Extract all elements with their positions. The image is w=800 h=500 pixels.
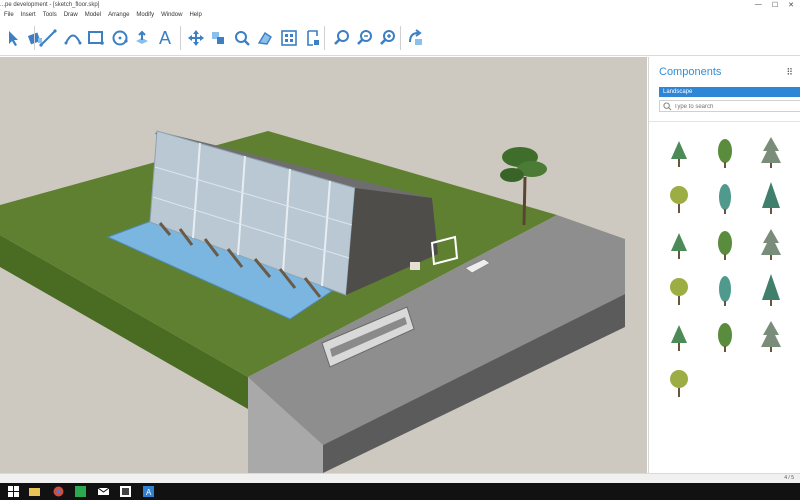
minimize-button[interactable]: — — [755, 1, 762, 9]
toolbar: A — [0, 20, 800, 56]
menu-tools[interactable]: Tools — [43, 11, 57, 20]
svg-text:A: A — [146, 488, 152, 497]
panel-title: Components — [659, 66, 722, 78]
status-text: 4 / 5 — [784, 475, 794, 481]
tree-icon — [718, 231, 732, 260]
menu-help[interactable]: Help — [189, 11, 201, 20]
component-thumbnail[interactable] — [749, 221, 793, 265]
component-thumbnail[interactable] — [703, 313, 747, 357]
component-thumbnail[interactable] — [703, 267, 747, 311]
components-panel: Components ⠿ Landscape — [648, 57, 800, 473]
tree-icon — [671, 141, 687, 167]
tree-icon — [670, 278, 688, 305]
green-app-icon[interactable] — [75, 486, 86, 497]
component-thumbnail[interactable] — [703, 175, 747, 219]
zoom-extents-icon[interactable] — [378, 28, 398, 48]
menu-bar: File Insert Tools Draw Model Arrange Mod… — [0, 11, 205, 20]
toolbar-separator — [324, 26, 325, 50]
menu-model[interactable]: Model — [85, 11, 101, 20]
rectangle-icon[interactable] — [86, 28, 106, 48]
application-window: ...pe development - [sketch_floor.skp] —… — [0, 0, 800, 500]
menu-window[interactable]: Window — [161, 11, 182, 20]
file-explorer-icon[interactable] — [29, 486, 40, 497]
sketch-app-icon[interactable]: A — [143, 486, 154, 497]
menu-modify[interactable]: Modify — [136, 11, 154, 20]
component-thumbnail[interactable] — [749, 267, 793, 311]
tree-icon — [762, 182, 780, 214]
tree-icon — [761, 229, 781, 260]
arc-icon[interactable] — [63, 28, 83, 48]
offset-icon[interactable] — [256, 28, 276, 48]
component-thumbnail[interactable] — [749, 313, 793, 357]
toolbar-separator — [400, 26, 401, 50]
close-button[interactable]: ✕ — [788, 1, 794, 9]
search-field[interactable] — [659, 100, 800, 112]
tree-icon — [671, 325, 687, 351]
component-thumbnail[interactable] — [657, 313, 701, 357]
toolbar-separator — [180, 26, 181, 50]
component-thumbnail[interactable] — [749, 129, 793, 173]
component-thumbnail[interactable] — [657, 359, 701, 403]
chrome-icon[interactable] — [53, 486, 64, 497]
bench — [410, 262, 420, 270]
component-thumbnail[interactable] — [657, 129, 701, 173]
tree-icon — [671, 233, 687, 259]
select-icon[interactable] — [4, 28, 24, 48]
zoom-window-icon[interactable] — [355, 28, 375, 48]
tree-icon — [718, 323, 732, 352]
title-bar: ...pe development - [sketch_floor.skp] —… — [0, 0, 800, 20]
tree-icon — [718, 139, 732, 168]
status-bar: 4 / 5 — [0, 473, 800, 483]
scale-icon[interactable] — [232, 28, 252, 48]
tree-icon — [761, 137, 781, 168]
panel-menu-icon[interactable]: ⠿ — [786, 67, 793, 78]
mail-icon[interactable] — [98, 486, 109, 497]
component-thumbnail[interactable] — [703, 129, 747, 173]
collection-dropdown[interactable]: Landscape — [659, 87, 800, 97]
store-icon[interactable] — [120, 486, 131, 497]
windows-start-icon[interactable] — [8, 486, 19, 497]
search-input[interactable] — [674, 102, 794, 111]
pushpull-icon[interactable] — [132, 28, 152, 48]
model-viewport[interactable] — [0, 57, 647, 473]
window-controls: — ☐ ✕ — [755, 1, 794, 9]
tree-icon — [670, 186, 688, 213]
zoom-icon[interactable] — [332, 28, 352, 48]
tree-icon — [719, 184, 731, 214]
maximize-button[interactable]: ☐ — [772, 1, 778, 9]
menu-file[interactable]: File — [4, 11, 14, 20]
search-icon — [663, 102, 672, 111]
section-icon[interactable] — [303, 28, 323, 48]
component-thumbnail[interactable] — [657, 221, 701, 265]
window-title: ...pe development - [sketch_floor.skp] — [0, 2, 100, 8]
menu-insert[interactable]: Insert — [21, 11, 36, 20]
tree-icon — [670, 370, 688, 397]
component-thumbnail[interactable] — [657, 267, 701, 311]
tape-icon[interactable] — [279, 28, 299, 48]
panel-divider — [649, 121, 800, 122]
component-thumbnail[interactable] — [657, 175, 701, 219]
text-icon[interactable]: A — [155, 28, 175, 48]
component-thumbnail[interactable] — [703, 221, 747, 265]
toolbar-separator — [34, 26, 35, 50]
menu-arrange[interactable]: Arrange — [108, 11, 129, 20]
tree-icon — [762, 274, 780, 306]
tree-icon — [761, 321, 781, 352]
orbit-icon[interactable] — [406, 28, 426, 48]
menu-draw[interactable]: Draw — [64, 11, 78, 20]
component-thumbnail[interactable] — [749, 175, 793, 219]
move-icon[interactable] — [186, 28, 206, 48]
line-icon[interactable] — [38, 28, 58, 48]
tree-icon — [719, 276, 731, 306]
rotate-icon[interactable] — [208, 28, 228, 48]
circle-icon[interactable] — [110, 28, 130, 48]
taskbar: A — [0, 483, 800, 500]
